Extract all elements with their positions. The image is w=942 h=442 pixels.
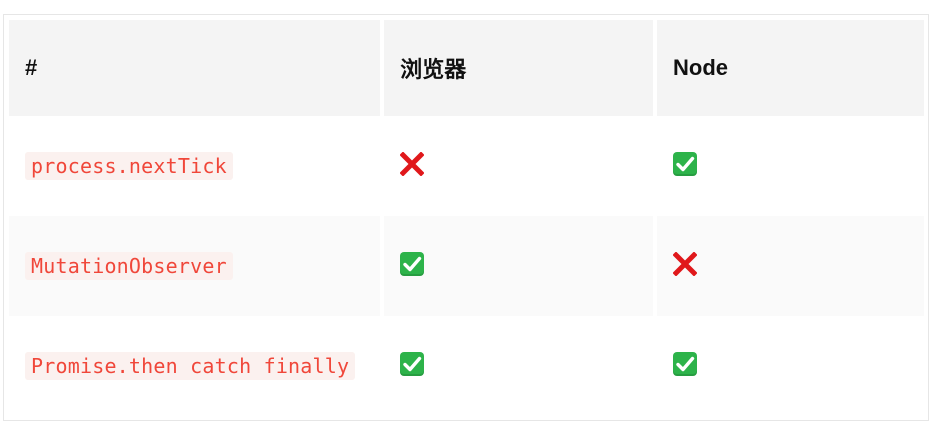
header-node: Node (657, 20, 924, 116)
api-cell: Promise.then catch finally (9, 316, 380, 416)
browser-support-cell (384, 116, 653, 216)
table-row: MutationObserver (9, 216, 924, 316)
api-name-code: Promise.then catch finally (25, 352, 356, 380)
table-header-row: # 浏览器 Node (9, 20, 924, 116)
header-api: # (9, 20, 381, 116)
browser-support-cell (384, 216, 654, 316)
browser-support-cell (384, 316, 653, 416)
node-support-cell (657, 216, 924, 316)
check-mark-icon (400, 251, 425, 276)
node-support-cell (657, 116, 924, 216)
table-row: Promise.then catch finally (9, 316, 924, 416)
check-mark-icon (400, 351, 425, 376)
header-browser: 浏览器 (384, 20, 654, 116)
cross-mark-icon (400, 151, 425, 176)
table-row: process.nextTick (9, 116, 924, 216)
check-mark-icon (673, 351, 698, 376)
node-support-cell (657, 316, 924, 416)
api-cell: MutationObserver (9, 216, 381, 316)
api-name-code: process.nextTick (25, 152, 233, 180)
compatibility-table-container: # 浏览器 Node process.nextTick MutationObse… (3, 14, 929, 421)
check-mark-icon (673, 151, 698, 176)
api-name-code: MutationObserver (25, 252, 233, 280)
api-cell: process.nextTick (9, 116, 380, 216)
compatibility-table: # 浏览器 Node process.nextTick MutationObse… (5, 20, 928, 416)
cross-mark-icon (673, 251, 698, 276)
